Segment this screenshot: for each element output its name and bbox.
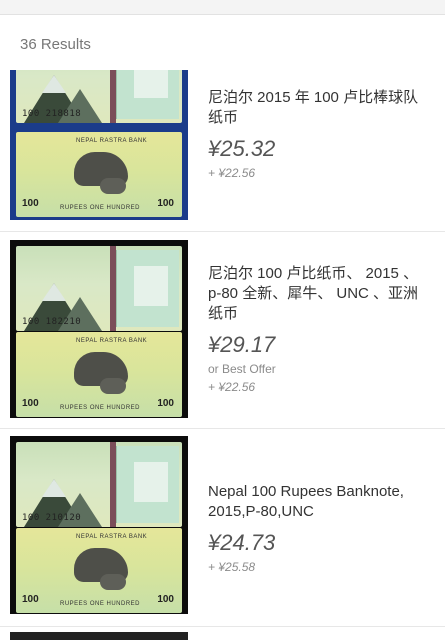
- banknote-back-image: NEPAL RASTRA BANK 100 100 RUPEES ONE HUN…: [16, 132, 182, 217]
- list-divider: [0, 231, 445, 232]
- listing-title[interactable]: Nepal 100 Rupees Banknote, 2015,P-80,UNC: [208, 482, 430, 522]
- listing-title[interactable]: 尼泊尔 2015 年 100 卢比棒球队纸币: [208, 88, 430, 128]
- listing-shipping: + ¥22.56: [208, 380, 256, 394]
- listing-price: ¥29.17: [208, 332, 276, 357]
- results-count: 36 Results: [20, 36, 91, 53]
- listing-item[interactable]: 100 218818 NEPAL RASTRA BANK 100 100 RUP…: [0, 70, 445, 230]
- top-bar: [0, 0, 445, 15]
- list-divider: [0, 626, 445, 627]
- listing-item[interactable]: 100 182210 NEPAL RASTRA BANK 100 100 RUP…: [0, 240, 445, 420]
- list-divider: [0, 428, 445, 429]
- listing-shipping: + ¥22.56: [208, 166, 256, 180]
- banknote-front-image: 100 218818: [16, 70, 182, 123]
- listing-shipping: + ¥25.58: [208, 560, 256, 574]
- next-listing-thumbnail-peek: [10, 632, 188, 640]
- banknote-front-image: 100 210120: [16, 442, 182, 527]
- listing-item[interactable]: 100 210120 NEPAL RASTRA BANK 100 100 RUP…: [0, 436, 445, 616]
- listing-title[interactable]: 尼泊尔 100 卢比纸币、 2015 、p-80 全新、犀牛、 UNC 、亚洲纸…: [208, 264, 430, 324]
- listing-thumbnail[interactable]: 100 210120 NEPAL RASTRA BANK 100 100 RUP…: [10, 436, 188, 614]
- banknote-back-image: NEPAL RASTRA BANK 100 100 RUPEES ONE HUN…: [16, 332, 182, 417]
- listing-price: ¥24.73: [208, 530, 276, 555]
- banknote-back-image: NEPAL RASTRA BANK 100 100 RUPEES ONE HUN…: [16, 528, 182, 613]
- listing-price: ¥25.32: [208, 136, 276, 161]
- banknote-front-image: 100 182210: [16, 246, 182, 331]
- best-offer-label: or Best Offer: [208, 362, 276, 376]
- listing-thumbnail[interactable]: 100 218818 NEPAL RASTRA BANK 100 100 RUP…: [10, 70, 188, 220]
- listing-thumbnail[interactable]: 100 182210 NEPAL RASTRA BANK 100 100 RUP…: [10, 240, 188, 418]
